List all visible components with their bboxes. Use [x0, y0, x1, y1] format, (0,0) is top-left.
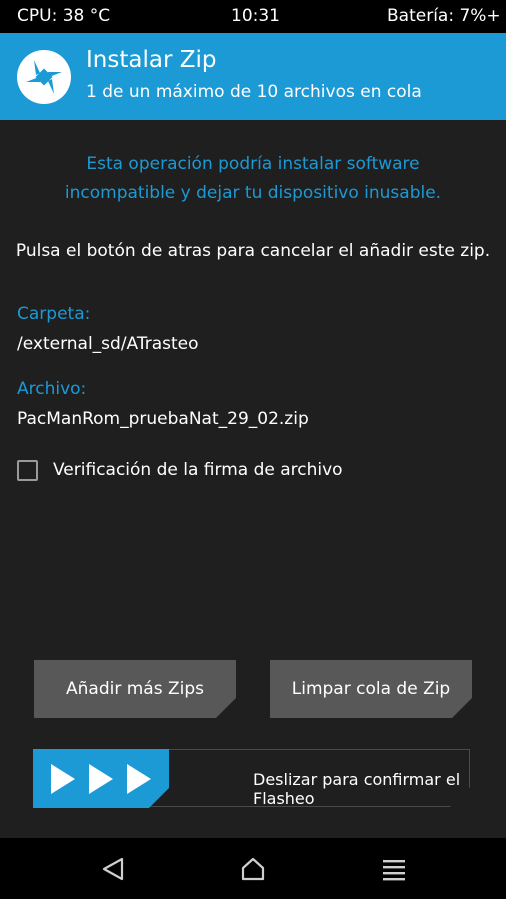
clear-zip-queue-button[interactable]: Limpar cola de Zip [270, 660, 472, 718]
warning-line-1: Esta operación podría instalar software [86, 154, 420, 174]
cpu-temperature: CPU: 38 °C [17, 6, 111, 26]
page-title: Instalar Zip [86, 47, 217, 73]
file-label: Archivo: [17, 379, 87, 399]
add-more-zips-button[interactable]: Añadir más Zips [34, 660, 236, 718]
twrp-logo-icon [16, 49, 72, 105]
signature-verification-checkbox[interactable] [17, 460, 38, 481]
signature-verification-label[interactable]: Verificación de la firma de archivo [53, 460, 343, 480]
warning-message: Esta operación podría instalar software … [0, 150, 506, 208]
back-triangle-icon[interactable] [100, 856, 126, 882]
home-icon[interactable] [240, 856, 266, 882]
menu-icon[interactable] [381, 856, 407, 882]
slider-label: Deslizar para confirmar el Flasheo [253, 770, 461, 808]
file-value: PacManRom_pruebaNat_29_02.zip [17, 409, 309, 429]
status-bar: CPU: 38 °C 10:31 Batería: 7%+ [0, 0, 506, 33]
slider-handle[interactable] [33, 749, 169, 808]
queue-subtitle: 1 de un máximo de 10 archivos en cola [86, 82, 422, 102]
folder-label: Carpeta: [17, 304, 91, 324]
navigation-bar [0, 838, 506, 899]
header: Instalar Zip 1 de un máximo de 10 archiv… [0, 33, 506, 120]
warning-line-2: incompatible y dejar tu dispositivo inus… [64, 183, 442, 203]
triple-arrow-icon [49, 764, 159, 794]
battery-status: Batería: 7%+ [387, 6, 501, 26]
clock: 10:31 [231, 6, 280, 26]
back-instruction: Pulsa el botón de atras para cancelar el… [15, 241, 491, 261]
folder-value: /external_sd/ATrasteo [17, 334, 199, 354]
